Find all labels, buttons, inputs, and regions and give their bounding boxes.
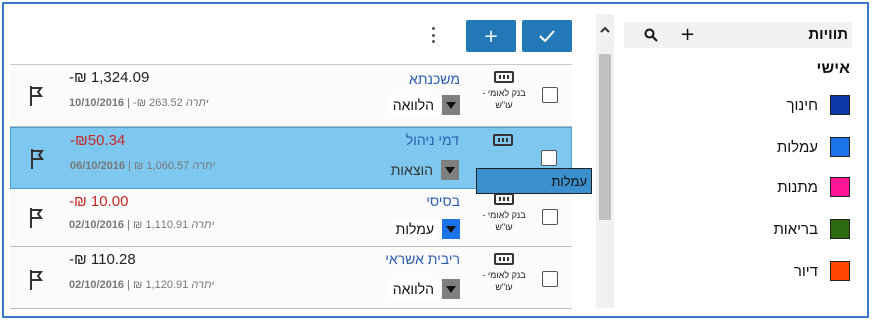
chevron-up-icon[interactable]: [599, 24, 611, 36]
category-label: הלוואה: [388, 95, 438, 115]
transaction-meta: 06/10/2016 | ₪ 1,060.57 יתרה: [70, 160, 216, 172]
vertical-scrollbar[interactable]: [596, 14, 614, 308]
transaction-date: 02/10/2016: [69, 279, 125, 291]
transaction-meta: 02/10/2016 | ₪ 1,120.91 יתרה: [69, 279, 215, 291]
bank-icon: [494, 193, 514, 205]
tag-color-swatch: [830, 137, 850, 157]
transaction-payee[interactable]: דמי ניהול: [406, 132, 459, 148]
transaction-balance: ₪ 1,120.91: [133, 279, 189, 291]
tag-label: מתנות: [777, 178, 818, 196]
row-checkbox[interactable]: [542, 209, 558, 225]
transaction-row[interactable]: -₪ 1,324.09 10/10/2016 | -₪ 263.52 יתרה …: [10, 65, 572, 127]
transaction-payee[interactable]: ריבית אשראי: [385, 251, 460, 267]
transactions-pane: + -₪ 1,324.09 10/10/2016 | -₪ 263.52 יתר…: [10, 14, 592, 310]
transaction-row[interactable]: -₪ 110.28 02/10/2016 | ₪ 1,120.91 יתרה ר…: [10, 247, 572, 309]
tag-label: בריאות: [773, 220, 818, 238]
tag-item[interactable]: מתנות: [777, 176, 850, 198]
balance-label: יתרה: [191, 279, 215, 291]
scrollbar-thumb[interactable]: [599, 54, 611, 220]
bank-icon: [494, 253, 514, 265]
bank-account: בנק לאומי - עו"ש: [474, 193, 534, 233]
tag-color-swatch: [830, 95, 850, 115]
balance-label: יתרה: [191, 219, 215, 231]
bank-account: בנק לאומי - עו"ש: [474, 253, 534, 293]
tag-label: עמלות: [776, 138, 818, 156]
flag-icon[interactable]: [28, 269, 48, 291]
transaction-payee[interactable]: בסיסי: [426, 193, 460, 209]
labels-panel: + תוויות אישי חינוך עמלות מתנות בריאות ד…: [624, 14, 856, 310]
tag-label: דיור: [793, 262, 818, 280]
add-transaction-button[interactable]: +: [466, 20, 516, 52]
transaction-payee[interactable]: משכנתא: [409, 71, 460, 87]
category-select[interactable]: הלוואה: [388, 279, 460, 299]
chevron-down-icon: [442, 219, 460, 239]
transaction-amount: -₪ 10.00: [69, 193, 129, 210]
more-options-icon[interactable]: [428, 24, 438, 46]
tag-label: חינוך: [786, 96, 818, 114]
transaction-date: 02/10/2016: [69, 219, 125, 231]
flag-icon[interactable]: [28, 85, 48, 107]
labels-header: + תוויות: [624, 22, 852, 48]
add-button-label: +: [483, 25, 499, 47]
transaction-balance: ₪ 1,110.91: [133, 219, 189, 231]
transaction-row[interactable]: -₪ 10.00 02/10/2016 | ₪ 1,110.91 יתרה בס…: [10, 189, 572, 247]
flag-icon[interactable]: [28, 207, 48, 229]
tag-item[interactable]: חינוך: [786, 94, 850, 116]
bank-icon: [494, 71, 514, 83]
flag-icon[interactable]: [29, 148, 49, 170]
transaction-meta: 02/10/2016 | ₪ 1,110.91 יתרה: [69, 219, 215, 231]
row-checkbox[interactable]: [541, 150, 557, 166]
category-select[interactable]: הלוואה: [388, 95, 460, 115]
category-select[interactable]: עמלות: [391, 219, 460, 239]
transaction-balance: -₪ 263.52: [133, 97, 183, 109]
transaction-meta: 10/10/2016 | -₪ 263.52 יתרה: [69, 97, 209, 109]
tag-color-swatch: [830, 261, 850, 281]
tag-item[interactable]: דיור: [794, 260, 850, 282]
transaction-amount: -₪ 1,324.09: [69, 69, 150, 86]
balance-label: יתרה: [185, 97, 209, 109]
category-label: הלוואה: [388, 279, 438, 299]
transaction-date: 06/10/2016: [70, 160, 126, 172]
category-label: עמלות: [391, 219, 438, 239]
transactions-toolbar: +: [10, 14, 572, 54]
tag-color-swatch: [830, 219, 850, 239]
search-icon[interactable]: [644, 28, 658, 42]
tag-item[interactable]: עמלות: [777, 136, 850, 158]
transaction-amount: -₪50.34: [70, 132, 126, 149]
transaction-amount: -₪ 110.28: [69, 251, 136, 268]
balance-label: יתרה: [192, 160, 216, 172]
transaction-date: 10/10/2016: [69, 97, 125, 109]
chevron-down-icon: [442, 95, 460, 115]
bank-account: [473, 134, 533, 150]
bank-icon: [493, 134, 513, 146]
tag-item[interactable]: בריאות: [773, 218, 850, 240]
transaction-balance: ₪ 1,060.57: [134, 160, 190, 172]
add-label-button[interactable]: +: [680, 24, 695, 45]
category-select[interactable]: הוצאות: [386, 160, 459, 180]
tag-color-swatch: [830, 177, 850, 197]
check-icon: [539, 30, 555, 42]
category-label: הוצאות: [386, 160, 437, 180]
chevron-down-icon: [441, 160, 459, 180]
labels-title: תוויות: [808, 26, 848, 43]
section-title-personal: אישי: [816, 60, 850, 77]
bank-account: בנק לאומי - עו"ש: [474, 71, 534, 111]
row-checkbox[interactable]: [542, 87, 558, 103]
category-tooltip: עמלות: [476, 168, 592, 194]
confirm-button[interactable]: [522, 20, 572, 52]
chevron-down-icon: [442, 279, 460, 299]
row-checkbox[interactable]: [542, 271, 558, 287]
